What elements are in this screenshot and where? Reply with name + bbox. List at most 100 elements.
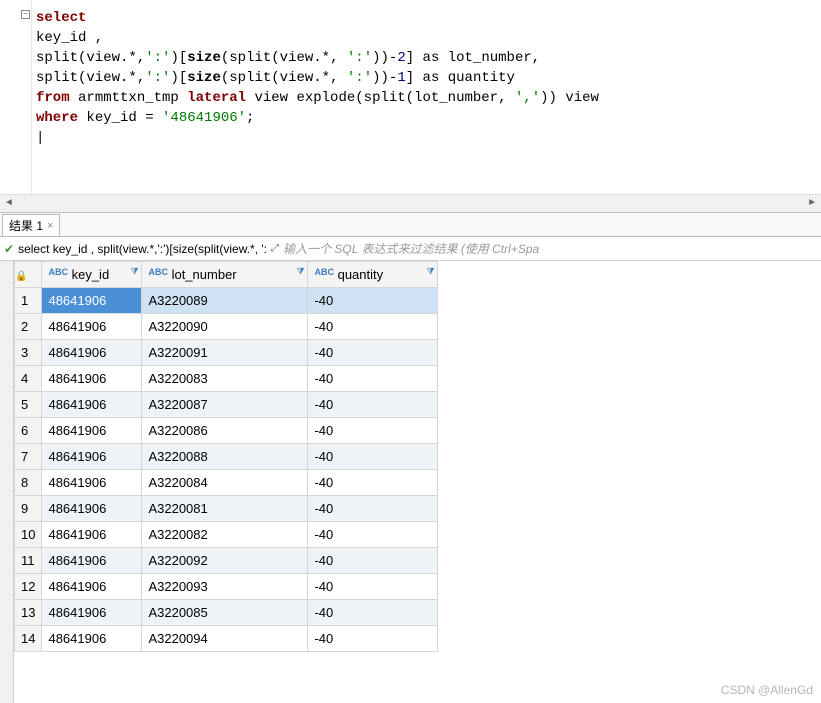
filter-icon[interactable]: ⧩ — [426, 266, 434, 277]
cell-key_id[interactable]: 48641906 — [42, 288, 142, 314]
cell-lot_number[interactable]: A3220084 — [142, 470, 308, 496]
table-row[interactable]: 1048641906A3220082-40 — [15, 522, 438, 548]
row-number[interactable]: 11 — [15, 548, 42, 574]
scroll-track[interactable] — [18, 198, 803, 210]
scroll-right-icon[interactable]: ► — [803, 195, 821, 213]
editor-hscrollbar[interactable]: ◄ ► — [0, 194, 821, 212]
cell-key_id[interactable]: 48641906 — [42, 600, 142, 626]
table-row[interactable]: 648641906A3220086-40 — [15, 418, 438, 444]
col-header-key-id[interactable]: ABC key_id⧩ — [42, 262, 142, 288]
close-icon[interactable]: × — [47, 220, 53, 232]
table-row[interactable]: 1248641906A3220093-40 — [15, 574, 438, 600]
cell-quantity[interactable]: -40 — [308, 470, 438, 496]
results-table[interactable]: 🔒 ABC key_id⧩ ABC lot_number⧩ ABC quanti… — [14, 261, 438, 652]
cell-quantity[interactable]: -40 — [308, 600, 438, 626]
sql-line3: split(view.*,':')[size(split(view.*, ':'… — [36, 50, 540, 66]
row-number[interactable]: 8 — [15, 470, 42, 496]
cell-key_id[interactable]: 48641906 — [42, 444, 142, 470]
cell-lot_number[interactable]: A3220094 — [142, 626, 308, 652]
cell-quantity[interactable]: -40 — [308, 288, 438, 314]
row-number[interactable]: 12 — [15, 574, 42, 600]
cell-lot_number[interactable]: A3220093 — [142, 574, 308, 600]
cell-quantity[interactable]: -40 — [308, 548, 438, 574]
scroll-left-icon[interactable]: ◄ — [0, 195, 18, 213]
cell-key_id[interactable]: 48641906 — [42, 314, 142, 340]
cell-lot_number[interactable]: A3220090 — [142, 314, 308, 340]
result-tab-1[interactable]: 结果 1 × — [2, 214, 60, 236]
cell-quantity[interactable]: -40 — [308, 496, 438, 522]
col-header-lot-number[interactable]: ABC lot_number⧩ — [142, 262, 308, 288]
table-row[interactable]: 548641906A3220087-40 — [15, 392, 438, 418]
cell-key_id[interactable]: 48641906 — [42, 470, 142, 496]
cell-key_id[interactable]: 48641906 — [42, 522, 142, 548]
cell-quantity[interactable]: -40 — [308, 392, 438, 418]
side-panel-tab[interactable] — [0, 261, 14, 703]
cell-lot_number[interactable]: A3220092 — [142, 548, 308, 574]
cell-key_id[interactable]: 48641906 — [42, 340, 142, 366]
row-number[interactable]: 7 — [15, 444, 42, 470]
cell-key_id[interactable]: 48641906 — [42, 366, 142, 392]
fold-toggle[interactable]: − — [21, 10, 30, 19]
table-row[interactable]: 348641906A3220091-40 — [15, 340, 438, 366]
row-number[interactable]: 10 — [15, 522, 42, 548]
row-number[interactable]: 14 — [15, 626, 42, 652]
type-icon: ABC — [314, 267, 334, 277]
cell-lot_number[interactable]: A3220089 — [142, 288, 308, 314]
sql-editor[interactable]: − select key_id , split(view.*,':')[size… — [0, 0, 821, 213]
table-row[interactable]: 148641906A3220089-40 — [15, 288, 438, 314]
table-row[interactable]: 948641906A3220081-40 — [15, 496, 438, 522]
result-filter-bar: ✔ select key_id , split(view.*,':')[size… — [0, 237, 821, 261]
filter-icon[interactable]: ⧩ — [296, 266, 304, 277]
table-row[interactable]: 848641906A3220084-40 — [15, 470, 438, 496]
cell-lot_number[interactable]: A3220086 — [142, 418, 308, 444]
tab-label: 结果 1 — [9, 217, 43, 234]
results-grid-wrap: 🔒 ABC key_id⧩ ABC lot_number⧩ ABC quanti… — [0, 261, 821, 703]
kw-select: select — [36, 10, 86, 26]
table-row[interactable]: 1148641906A3220092-40 — [15, 548, 438, 574]
table-row[interactable]: 748641906A3220088-40 — [15, 444, 438, 470]
filter-input[interactable]: 输入一个 SQL 表达式来过滤结果 (使用 Ctrl+Spa — [283, 240, 817, 257]
watermark: CSDN @AllenGd — [721, 683, 813, 697]
row-number[interactable]: 1 — [15, 288, 42, 314]
cell-lot_number[interactable]: A3220082 — [142, 522, 308, 548]
cell-lot_number[interactable]: A3220088 — [142, 444, 308, 470]
cell-key_id[interactable]: 48641906 — [42, 496, 142, 522]
row-number[interactable]: 2 — [15, 314, 42, 340]
cell-quantity[interactable]: -40 — [308, 444, 438, 470]
row-number[interactable]: 4 — [15, 366, 42, 392]
table-row[interactable]: 1448641906A3220094-40 — [15, 626, 438, 652]
row-number[interactable]: 6 — [15, 418, 42, 444]
cell-quantity[interactable]: -40 — [308, 418, 438, 444]
sql-line2: key_id , — [36, 30, 103, 46]
cell-key_id[interactable]: 48641906 — [42, 392, 142, 418]
cell-lot_number[interactable]: A3220087 — [142, 392, 308, 418]
cell-quantity[interactable]: -40 — [308, 522, 438, 548]
cell-key_id[interactable]: 48641906 — [42, 548, 142, 574]
filter-icon[interactable]: ⧩ — [130, 266, 138, 277]
cell-lot_number[interactable]: A3220091 — [142, 340, 308, 366]
cell-quantity[interactable]: -40 — [308, 574, 438, 600]
row-number[interactable]: 9 — [15, 496, 42, 522]
table-row[interactable]: 248641906A3220090-40 — [15, 314, 438, 340]
row-number[interactable]: 3 — [15, 340, 42, 366]
cell-lot_number[interactable]: A3220081 — [142, 496, 308, 522]
cell-key_id[interactable]: 48641906 — [42, 574, 142, 600]
col-header-quantity[interactable]: ABC quantity⧩ — [308, 262, 438, 288]
sql-code[interactable]: select key_id , split(view.*,':')[size(s… — [36, 8, 821, 148]
table-row[interactable]: 448641906A3220083-40 — [15, 366, 438, 392]
row-number[interactable]: 5 — [15, 392, 42, 418]
table-row[interactable]: 1348641906A3220085-40 — [15, 600, 438, 626]
cell-quantity[interactable]: -40 — [308, 314, 438, 340]
corner-cell[interactable]: 🔒 — [15, 262, 42, 288]
cell-lot_number[interactable]: A3220085 — [142, 600, 308, 626]
row-number[interactable]: 13 — [15, 600, 42, 626]
cell-quantity[interactable]: -40 — [308, 626, 438, 652]
cell-key_id[interactable]: 48641906 — [42, 626, 142, 652]
filter-query-label: select key_id , split(view.*,':')[size(s… — [18, 242, 267, 256]
cell-key_id[interactable]: 48641906 — [42, 418, 142, 444]
expand-icon[interactable]: ⤢ — [271, 243, 279, 254]
cell-quantity[interactable]: -40 — [308, 366, 438, 392]
cell-quantity[interactable]: -40 — [308, 340, 438, 366]
cell-lot_number[interactable]: A3220083 — [142, 366, 308, 392]
cursor-line: | — [36, 130, 44, 146]
